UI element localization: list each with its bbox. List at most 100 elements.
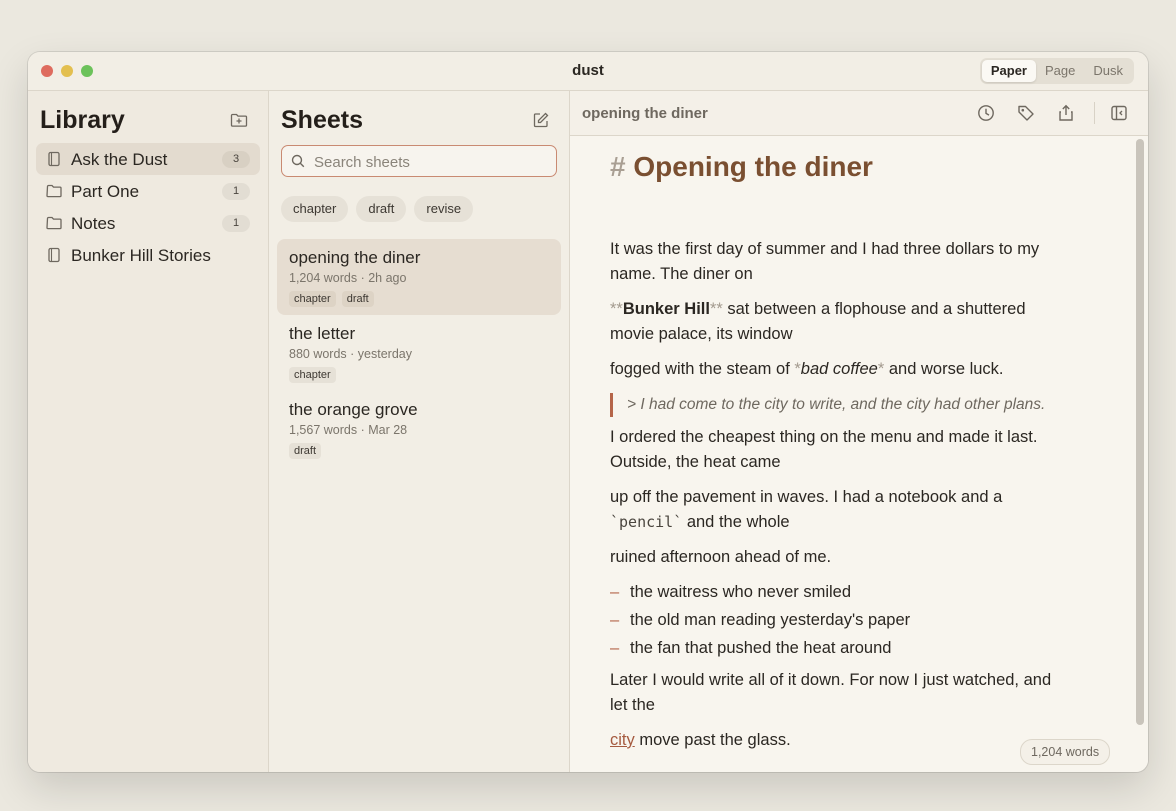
library-item-count: 1 xyxy=(222,183,250,200)
text-line: Later I would write all of it down. For … xyxy=(610,671,1052,689)
text-line: up off the pavement in waves. I had a no… xyxy=(610,488,1003,506)
theme-dusk-button[interactable]: Dusk xyxy=(1084,60,1132,82)
editor-scrollbar[interactable] xyxy=(1136,139,1144,725)
italic-text: bad coffee xyxy=(800,360,878,378)
clock-icon xyxy=(978,105,994,121)
sheet-meta: 1,567 words · Mar 28 xyxy=(289,423,408,437)
app-window: dust Paper Page Dusk Library Ask the Dus… xyxy=(28,52,1148,772)
editor-header: opening the diner xyxy=(570,91,1148,136)
filter-chip-revise[interactable]: revise xyxy=(414,196,474,222)
sheet-title: the letter xyxy=(289,324,356,343)
sheet-item-the-letter[interactable]: the letter 880 words · yesterday chapter xyxy=(277,315,561,391)
sheet-tag: draft xyxy=(289,443,322,459)
text-line: move past the glass. xyxy=(634,731,791,749)
text-line: I ordered the cheapest thing on the menu… xyxy=(610,428,1038,446)
text-line: and the whole xyxy=(682,513,790,531)
library-item-bunker-hill-stories[interactable]: Bunker Hill Stories xyxy=(36,239,260,271)
paragraph: ruined afternoon ahead of me. xyxy=(610,545,1080,570)
text-line: name. The diner on xyxy=(610,265,753,283)
list-marker: – xyxy=(610,611,620,629)
sheet-meta: 880 words · yesterday xyxy=(289,347,412,361)
list-item-text: the waitress who never smiled xyxy=(630,583,852,601)
theme-paper-button[interactable]: Paper xyxy=(981,60,1036,82)
folder-plus-icon xyxy=(230,113,248,127)
text-line: ruined afternoon ahead of me. xyxy=(610,548,832,566)
blockquote: > I had come to the city to write, and t… xyxy=(610,393,1097,417)
share-button[interactable] xyxy=(1056,103,1076,123)
library-item-notes[interactable]: Notes 1 xyxy=(36,207,260,239)
library-item-ask-the-dust[interactable]: Ask the Dust 3 xyxy=(36,143,260,175)
text-line: sat between a flophouse and a shuttered xyxy=(722,300,1026,318)
paragraph: I ordered the cheapest thing on the menu… xyxy=(610,425,1080,475)
text-line: and worse luck. xyxy=(884,360,1004,378)
text-line: Outside, the heat came xyxy=(610,453,781,471)
list-item-text: the fan that pushed the heat around xyxy=(630,639,892,657)
library-item-count: 1 xyxy=(222,215,250,232)
heading-text: Opening the diner xyxy=(633,151,873,182)
search-icon xyxy=(291,154,305,168)
library-item-label: Notes xyxy=(71,214,116,233)
history-button[interactable] xyxy=(976,103,996,123)
editor-sheet-title: opening the diner xyxy=(582,105,708,122)
sheet-tag: chapter xyxy=(289,291,336,307)
sheet-tags: draft xyxy=(289,443,322,459)
sheet-item-opening-the-diner[interactable]: opening the diner 1,204 words · 2h ago c… xyxy=(277,239,561,315)
sheet-modified-time: Mar 28 xyxy=(368,423,408,437)
sheet-word-count: 1,567 words xyxy=(289,423,358,437)
paragraph: It was the first day of summer and I had… xyxy=(610,237,1080,287)
sheet-word-count: 1,204 words xyxy=(289,271,358,285)
editor-pane: opening the diner # Opening the diner It… xyxy=(570,91,1148,772)
sheet-tags: chapter xyxy=(289,367,336,383)
word-count-badge: 1,204 words xyxy=(1020,739,1111,765)
sheet-modified-time: 2h ago xyxy=(368,271,407,285)
library-item-count: 3 xyxy=(222,151,250,168)
search-box xyxy=(281,145,557,178)
new-sheet-button[interactable] xyxy=(530,109,552,131)
sheet-tags: chapter draft xyxy=(289,291,374,307)
share-icon xyxy=(1059,104,1073,121)
filter-chip-draft[interactable]: draft xyxy=(356,196,407,222)
list-marker: – xyxy=(610,639,620,657)
library-sidebar: Library Ask the Dust 3 Part One 1 Notes … xyxy=(28,91,269,772)
sheets-title: Sheets xyxy=(281,106,363,134)
list-marker: – xyxy=(610,583,620,601)
toggle-sidebar-button[interactable] xyxy=(1109,103,1129,123)
tag-icon xyxy=(1018,105,1034,121)
library-item-label: Bunker Hill Stories xyxy=(71,246,211,265)
city-link[interactable]: city xyxy=(610,731,635,749)
text-line: It was the first day of summer and I had… xyxy=(610,240,1040,258)
library-item-label: Part One xyxy=(71,182,140,201)
paragraph: **Bunker Hill** sat between a flophouse … xyxy=(610,300,1026,343)
sheet-title: opening the diner xyxy=(289,248,421,267)
paragraph: fogged with the steam of *bad coffee* an… xyxy=(610,360,1004,378)
filter-chips: chapter draft revise xyxy=(281,196,474,222)
sheet-modified-time: yesterday xyxy=(357,347,412,361)
folder-icon xyxy=(46,184,62,198)
paragraph: Later I would write all of it down. For … xyxy=(610,668,1080,718)
sheet-meta: 1,204 words · 2h ago xyxy=(289,271,407,285)
text-line: movie palace, its window xyxy=(610,325,793,343)
sheet-item-the-orange-grove[interactable]: the orange grove 1,567 words · Mar 28 dr… xyxy=(277,391,561,467)
sheet-title: the orange grove xyxy=(289,400,418,419)
theme-switcher: Paper Page Dusk xyxy=(979,58,1134,84)
new-folder-button[interactable] xyxy=(228,109,250,131)
library-item-label: Ask the Dust xyxy=(71,150,168,169)
bold-text: Bunker Hill xyxy=(622,300,710,318)
search-input[interactable] xyxy=(312,146,546,178)
text-line: fogged with the steam of xyxy=(610,360,795,378)
compose-icon xyxy=(533,112,549,128)
sheets-column: Sheets chapter draft revise opening the … xyxy=(269,91,570,772)
tags-button[interactable] xyxy=(1016,103,1036,123)
folder-icon xyxy=(46,216,62,230)
paragraph: city move past the glass. xyxy=(610,728,1080,753)
sidebar-toggle-icon xyxy=(1111,105,1127,121)
title-bar: dust Paper Page Dusk xyxy=(28,52,1148,91)
theme-page-button[interactable]: Page xyxy=(1036,60,1084,82)
book-icon xyxy=(48,247,60,263)
sheet-tag: chapter xyxy=(289,367,336,383)
filter-chip-chapter[interactable]: chapter xyxy=(281,196,349,222)
library-item-part-one[interactable]: Part One 1 xyxy=(36,175,260,207)
list-item-text: the old man reading yesterday's paper xyxy=(630,611,911,629)
text-line: let the xyxy=(610,696,655,714)
header-divider xyxy=(1094,102,1095,124)
